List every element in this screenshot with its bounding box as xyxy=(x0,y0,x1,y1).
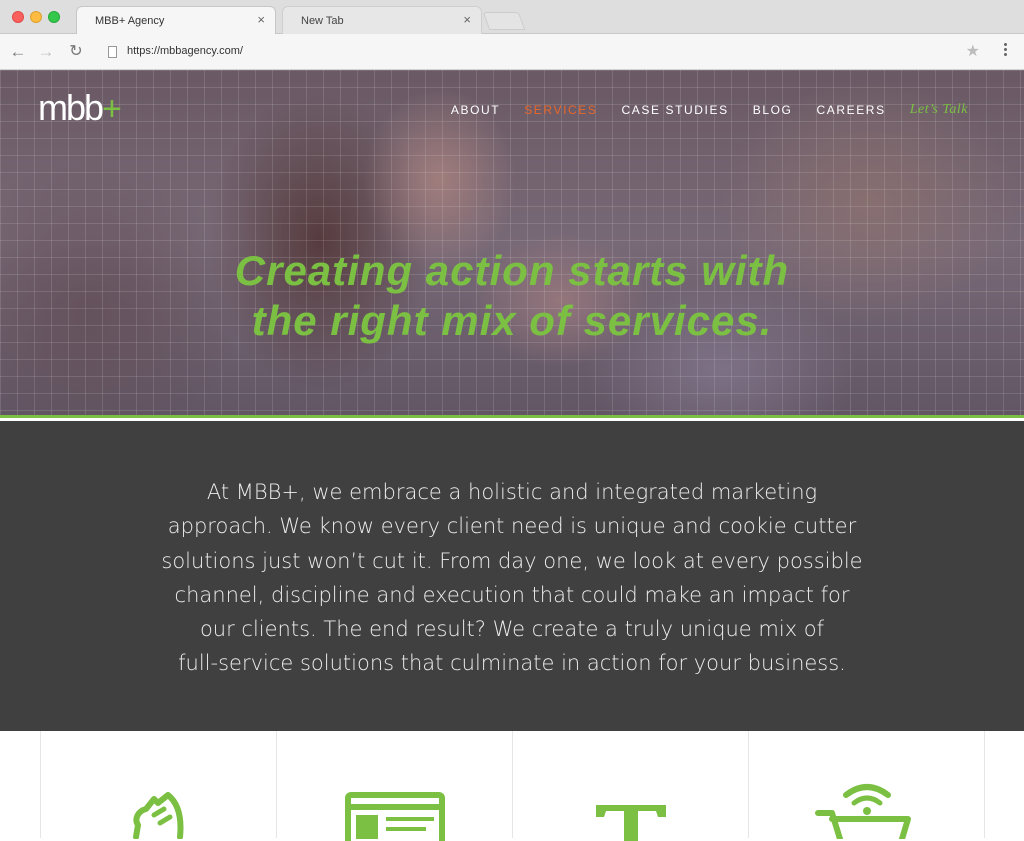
hero-accent-bar xyxy=(0,415,1024,418)
logo-plus: + xyxy=(102,90,122,128)
shopping-cart-wifi-icon xyxy=(814,784,911,839)
hero-headline-line: the right mix of services. xyxy=(251,297,773,344)
browser-menu-icon[interactable] xyxy=(1004,43,1008,58)
nav-item-blog[interactable]: BLOG xyxy=(753,103,793,117)
tab-title: New Tab xyxy=(301,15,344,27)
site-logo[interactable]: mbb+ xyxy=(38,87,122,129)
intro-line: solutions just won’t cut it. From day on… xyxy=(161,548,863,573)
service-card-creative[interactable] xyxy=(512,731,748,841)
tab-mbb-agency[interactable]: MBB+ Agency × xyxy=(76,6,276,34)
nav-item-services[interactable]: SERVICES xyxy=(524,103,597,117)
maximize-window-button[interactable] xyxy=(48,11,60,23)
nav-item-careers[interactable]: CAREERS xyxy=(816,103,885,117)
intro-line: full-service solutions that culminate in… xyxy=(178,651,846,676)
intro-paragraph: At MBB+, we embrace a holistic and integ… xyxy=(112,475,912,681)
hero-headline-line: Creating action starts with xyxy=(234,247,790,294)
browser-tab-bar: MBB+ Agency × New Tab × xyxy=(0,0,1024,34)
main-navigation: ABOUT SERVICES CASE STUDIES BLOG CAREERS… xyxy=(451,102,968,118)
nav-item-about[interactable]: ABOUT xyxy=(451,103,500,117)
typography-t-icon xyxy=(595,805,666,841)
services-grid-edge xyxy=(984,731,1024,838)
close-tab-icon[interactable]: × xyxy=(257,13,265,27)
close-tab-icon[interactable]: × xyxy=(463,13,471,27)
service-card-ecommerce[interactable] xyxy=(748,731,984,839)
service-card-digital[interactable] xyxy=(276,731,512,841)
intro-line: our clients. The end result? We create a… xyxy=(199,617,825,642)
service-card-strategy[interactable] xyxy=(40,731,276,839)
intro-line: approach. We know every client need is u… xyxy=(167,514,857,539)
hero-banner: mbb+ ABOUT SERVICES CASE STUDIES BLOG CA… xyxy=(0,70,1024,418)
logo-text: mbb xyxy=(38,87,104,128)
forward-arrow-icon[interactable]: → xyxy=(36,42,56,62)
services-grid xyxy=(0,731,1024,841)
hero-grid-pattern xyxy=(0,70,1024,418)
url-text[interactable]: https://mbbagency.com/ xyxy=(127,45,243,57)
hero-headline: Creating action starts with the right mi… xyxy=(0,246,1024,346)
nav-item-case-studies[interactable]: CASE STUDIES xyxy=(621,103,728,117)
intro-line: At MBB+, we embrace a holistic and integ… xyxy=(206,480,818,504)
browser-toolbar: ← → ↻ https://mbbagency.com/ ★ xyxy=(0,34,1024,70)
minimize-window-button[interactable] xyxy=(30,11,42,23)
bookmark-star-icon[interactable]: ★ xyxy=(966,41,980,61)
intro-line: channel, discipline and execution that c… xyxy=(174,582,850,607)
intro-section: At MBB+, we embrace a holistic and integ… xyxy=(0,421,1024,731)
tab-new-tab[interactable]: New Tab × xyxy=(282,6,482,34)
nav-lets-talk-link[interactable]: Let’s Talk xyxy=(910,102,968,118)
page-icon xyxy=(108,46,117,58)
close-window-button[interactable] xyxy=(12,11,24,23)
address-bar[interactable]: https://mbbagency.com/ ★ xyxy=(100,39,990,65)
chess-knight-icon xyxy=(132,792,183,839)
tab-title: MBB+ Agency xyxy=(95,15,165,27)
browser-window-icon xyxy=(344,792,445,841)
new-tab-button[interactable] xyxy=(482,12,526,30)
back-arrow-icon[interactable]: ← xyxy=(8,42,28,62)
reload-icon[interactable]: ↻ xyxy=(66,42,86,62)
